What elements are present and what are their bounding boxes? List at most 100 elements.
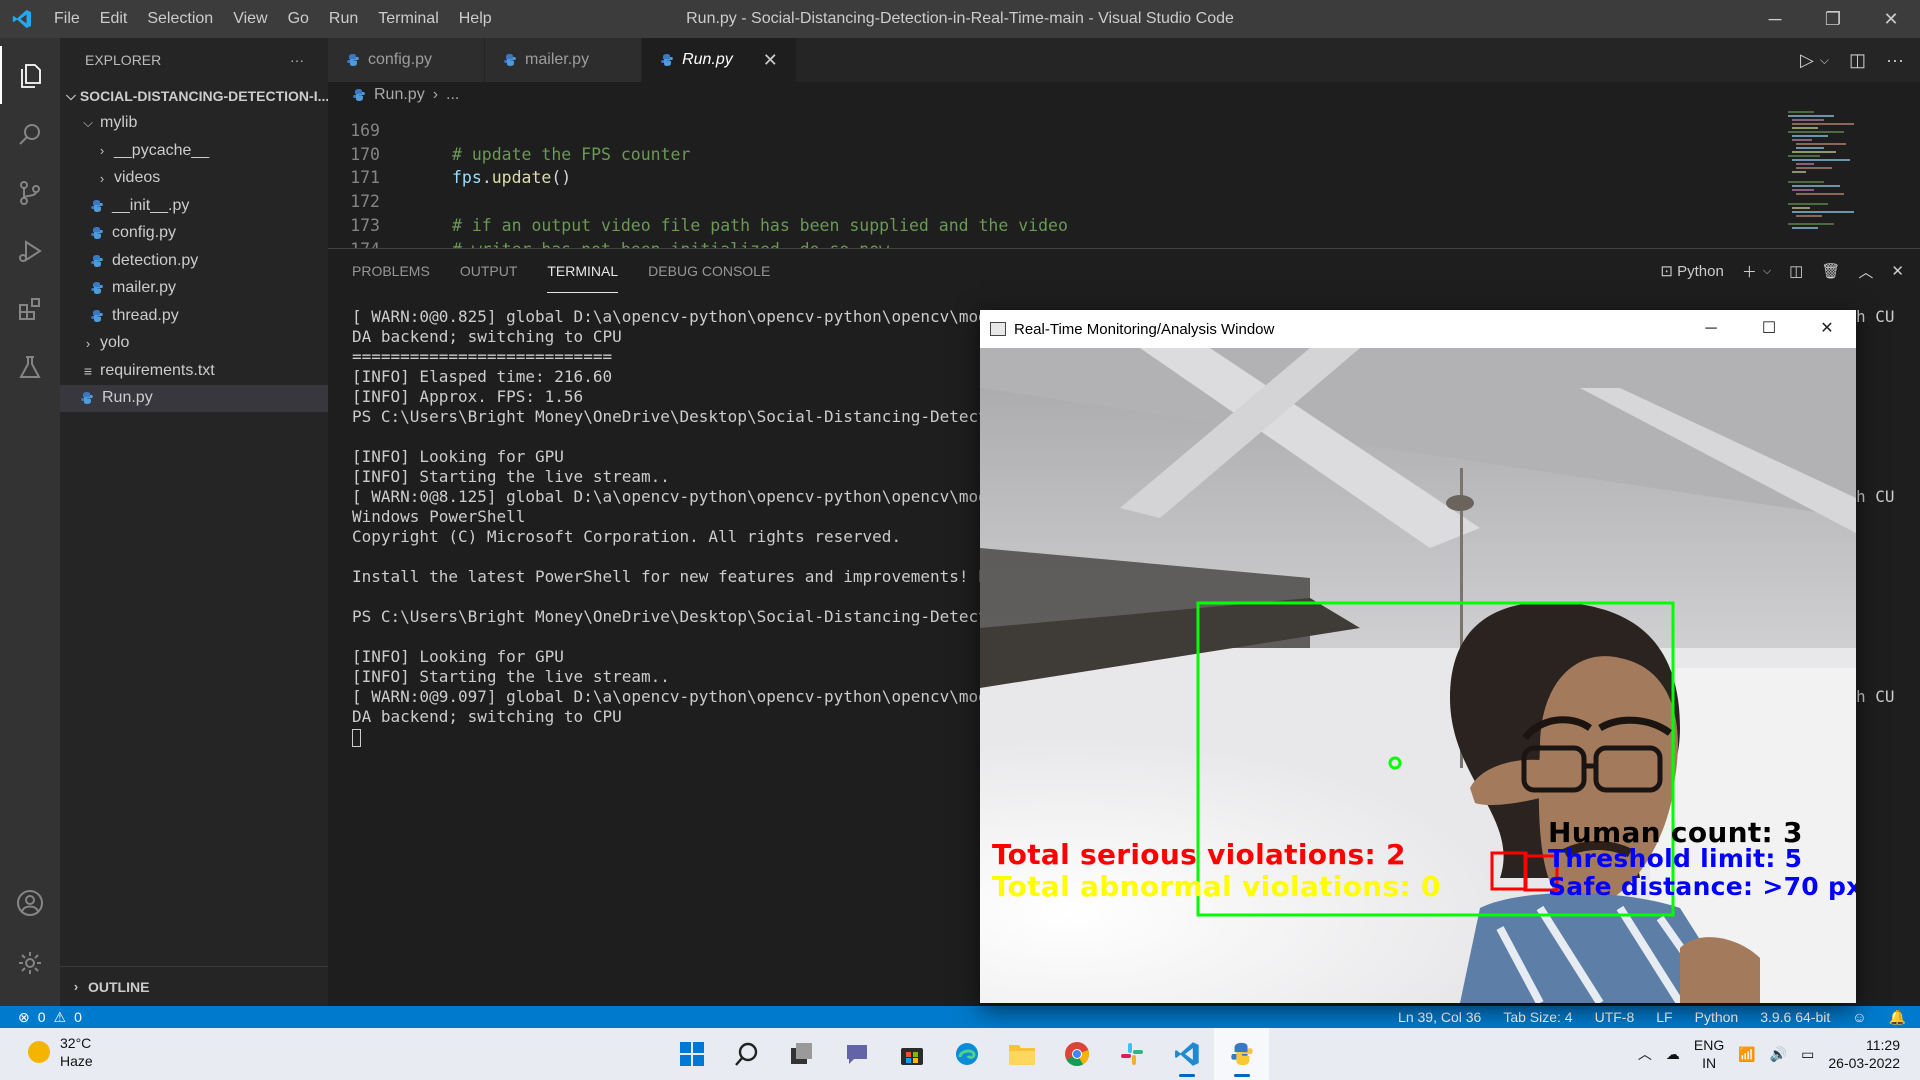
tree-item-requirements-txt[interactable]: ≡ requirements.txt xyxy=(60,357,328,385)
end-of-line[interactable]: LF xyxy=(1656,1009,1672,1025)
clock[interactable]: 11:29 26-03-2022 xyxy=(1828,1036,1900,1072)
file-explorer-icon[interactable] xyxy=(994,1028,1049,1080)
code-editor[interactable]: 169 # update the FPS counter 170 fps.upd… xyxy=(328,106,1778,248)
accounts-icon[interactable] xyxy=(0,874,60,932)
tree-item-init-py[interactable]: __init__.py xyxy=(60,192,328,220)
project-root-folder[interactable]: ⌵ SOCIAL-DISTANCING-DETECTION-I... xyxy=(60,82,329,110)
run-debug-icon[interactable] xyxy=(0,222,60,280)
tab-debug-console[interactable]: DEBUG CONSOLE xyxy=(648,249,770,293)
testing-icon[interactable] xyxy=(0,338,60,396)
tree-item-thread-py[interactable]: thread.py xyxy=(60,302,328,330)
cursor-position[interactable]: Ln 39, Col 36 xyxy=(1398,1009,1481,1025)
menu-go[interactable]: Go xyxy=(278,0,319,38)
problems-summary[interactable]: ⊗ 0 ⚠ 0 xyxy=(0,1009,82,1026)
explorer-icon[interactable] xyxy=(0,46,60,104)
more-actions-icon[interactable]: ··· xyxy=(1886,50,1904,71)
breadcrumb-file[interactable]: Run.py xyxy=(374,86,425,104)
run-python-file-icon[interactable]: ▷ xyxy=(1800,50,1814,71)
manage-gear-icon[interactable] xyxy=(0,934,60,992)
extensions-icon[interactable] xyxy=(0,280,60,338)
monitoring-window-titlebar[interactable]: Real-Time Monitoring/Analysis Window ─ ☐… xyxy=(980,310,1856,348)
tree-item-label: mylib xyxy=(100,114,138,132)
python-file-icon xyxy=(91,309,103,322)
outline-section[interactable]: › OUTLINE xyxy=(60,966,328,1006)
wifi-icon[interactable]: 📶 xyxy=(1738,1046,1755,1063)
task-view-icon[interactable] xyxy=(774,1028,829,1080)
restore-icon[interactable]: ❐ xyxy=(1804,0,1862,38)
python-file-icon xyxy=(91,254,103,267)
battery-icon[interactable]: ▭ xyxy=(1801,1046,1814,1063)
python-file-icon xyxy=(81,392,93,405)
chevron-right-icon: › xyxy=(73,979,79,994)
tree-item-detection-py[interactable]: detection.py xyxy=(60,247,328,275)
language-mode[interactable]: Python xyxy=(1695,1009,1739,1025)
slack-icon[interactable] xyxy=(1104,1028,1159,1080)
menu-view[interactable]: View xyxy=(223,0,277,38)
tree-item-mailer-py[interactable]: mailer.py xyxy=(60,275,328,303)
code-line: 174 if args["output"] != "" and writer i… xyxy=(328,214,1778,248)
kill-terminal-icon[interactable]: 🗑 xyxy=(1821,262,1840,280)
chevron-down-icon[interactable]: ⌵ xyxy=(1820,53,1829,68)
input-language[interactable]: ENG IN xyxy=(1694,1036,1724,1072)
menu-selection[interactable]: Selection xyxy=(137,0,223,38)
tab-problems[interactable]: PROBLEMS xyxy=(352,249,430,293)
tab-size[interactable]: Tab Size: 4 xyxy=(1503,1009,1572,1025)
tab-mailer-py[interactable]: mailer.py xyxy=(485,38,643,82)
close-icon[interactable]: ✕ xyxy=(1862,0,1920,38)
tree-item-run-py[interactable]: Run.py xyxy=(60,384,328,412)
new-terminal-icon[interactable]: ＋ xyxy=(1742,261,1757,282)
tree-item-yolo[interactable]: › yolo xyxy=(60,330,328,358)
tab-output[interactable]: OUTPUT xyxy=(460,249,518,293)
python-interpreter[interactable]: 3.9.6 64-bit xyxy=(1760,1009,1830,1025)
code-line: 171 xyxy=(328,143,1778,187)
notifications-bell-icon[interactable]: 🔔 xyxy=(1889,1009,1906,1026)
more-actions-icon[interactable]: ··· xyxy=(290,52,304,68)
menu-file[interactable]: File xyxy=(44,0,90,38)
tab-terminal[interactable]: TERMINAL xyxy=(547,249,619,293)
vscode-icon[interactable] xyxy=(1159,1028,1214,1080)
menu-help[interactable]: Help xyxy=(449,0,502,38)
close-tab-icon[interactable]: ✕ xyxy=(763,50,778,71)
show-hidden-icons-chevron-icon[interactable]: ︿ xyxy=(1638,1044,1652,1064)
tree-item-mylib[interactable]: ⌵ mylib xyxy=(60,110,328,138)
file-encoding[interactable]: UTF-8 xyxy=(1595,1009,1635,1025)
python-icon[interactable] xyxy=(1214,1028,1269,1080)
weather-condition: Haze xyxy=(60,1053,93,1069)
split-terminal-icon[interactable]: ◫ xyxy=(1789,262,1803,280)
close-panel-icon[interactable]: ✕ xyxy=(1891,262,1904,280)
windows-start-icon[interactable] xyxy=(664,1028,719,1080)
maximize-icon[interactable]: ☐ xyxy=(1740,310,1798,348)
close-icon[interactable]: ✕ xyxy=(1798,310,1856,348)
menu-terminal[interactable]: Terminal xyxy=(368,0,448,38)
weather-widget[interactable]: 32°C Haze xyxy=(28,1034,93,1070)
microsoft-store-icon[interactable] xyxy=(884,1028,939,1080)
minimize-icon[interactable]: ─ xyxy=(1746,0,1804,38)
minimize-icon[interactable]: ─ xyxy=(1682,310,1740,348)
tree-item-pycache[interactable]: › __pycache__ xyxy=(60,137,328,165)
search-icon[interactable] xyxy=(0,106,60,164)
feedback-icon[interactable]: ☺ xyxy=(1852,1009,1866,1025)
menu-run[interactable]: Run xyxy=(319,0,368,38)
minimap[interactable] xyxy=(1784,106,1904,248)
panel-actions: ⊡ Python ＋ ⌵ ◫ 🗑 ︿ ✕ xyxy=(1660,249,1904,293)
chrome-icon[interactable] xyxy=(1049,1028,1104,1080)
onedrive-paused-icon[interactable]: ☁ xyxy=(1666,1046,1680,1063)
teams-chat-icon[interactable] xyxy=(829,1028,884,1080)
menu-edit[interactable]: Edit xyxy=(90,0,138,38)
vscode-logo-icon[interactable] xyxy=(0,0,44,38)
search-icon[interactable] xyxy=(719,1028,774,1080)
tab-run-py[interactable]: Run.py ✕ xyxy=(642,38,797,82)
breadcrumb-symbol[interactable]: ... xyxy=(446,86,459,104)
explorer-header: EXPLORER ··· xyxy=(60,38,328,82)
edge-browser-icon[interactable] xyxy=(939,1028,994,1080)
volume-icon[interactable]: 🔊 xyxy=(1770,1046,1787,1063)
split-editor-icon[interactable]: ◫ xyxy=(1849,50,1866,71)
tree-item-config-py[interactable]: config.py xyxy=(60,220,328,248)
tab-config-py[interactable]: config.py xyxy=(328,38,486,82)
source-control-icon[interactable] xyxy=(0,164,60,222)
camera-frame-image xyxy=(980,348,1856,1003)
tree-item-videos[interactable]: › videos xyxy=(60,165,328,193)
chevron-down-icon[interactable]: ⌵ xyxy=(1763,265,1771,278)
terminal-shell-selector[interactable]: ⊡ Python xyxy=(1660,262,1723,280)
maximize-panel-icon[interactable]: ︿ xyxy=(1858,261,1873,282)
